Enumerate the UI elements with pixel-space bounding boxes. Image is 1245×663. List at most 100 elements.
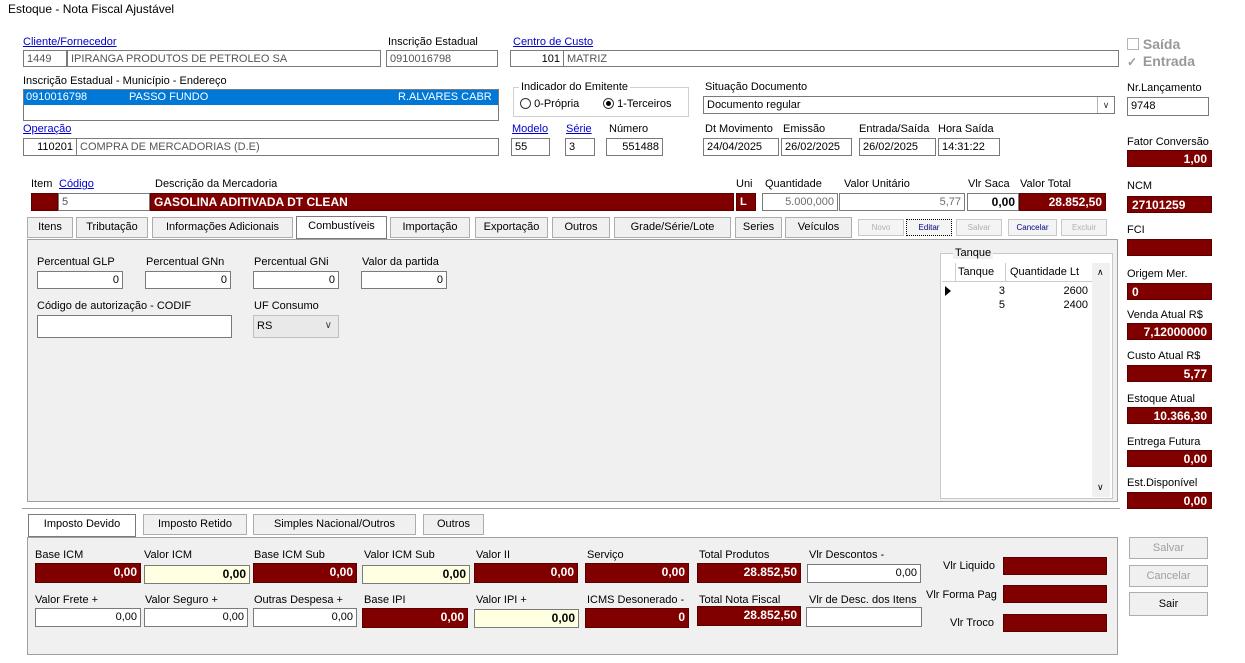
base-icm-field[interactable]: 0,00 bbox=[35, 563, 141, 583]
ie-municipio-endereco-list[interactable]: 0910016798 PASSO FUNDO R.ALVARES CABR bbox=[23, 89, 499, 121]
operacao-nome-field[interactable]: COMPRA DE MERCADORIAS (D.E) bbox=[76, 138, 499, 156]
hora-saida-field[interactable]: 14:31:22 bbox=[938, 138, 1000, 156]
saida-option[interactable]: Saída bbox=[1127, 36, 1180, 52]
inscricao-estadual-field[interactable]: 0910016798 bbox=[386, 50, 498, 67]
nr-lancamento-field[interactable]: 9748 bbox=[1127, 97, 1209, 116]
tanque-group-label: Tanque bbox=[953, 247, 994, 259]
tab-combustiveis[interactable]: Combustíveis bbox=[296, 216, 387, 239]
valor-ipi-field[interactable]: 0,00 bbox=[474, 609, 579, 628]
cliente-fornecedor-link[interactable]: Cliente/Fornecedor bbox=[23, 36, 117, 48]
entrada-saida-field[interactable]: 26/02/2025 bbox=[859, 138, 936, 156]
valor-frete-field[interactable]: 0,00 bbox=[35, 608, 141, 627]
vlr-descontos-field[interactable]: 0,00 bbox=[807, 564, 921, 583]
saida-checkbox-icon[interactable] bbox=[1127, 38, 1139, 50]
table-row[interactable]: 5 2400 bbox=[956, 298, 1092, 312]
opt-terceiros[interactable]: 1-Terceiros bbox=[603, 98, 671, 110]
tab-importacao[interactable]: Importação bbox=[390, 217, 470, 238]
salvar-button[interactable]: Salvar bbox=[1129, 537, 1208, 559]
centro-custo-nome-field[interactable]: MATRIZ bbox=[563, 50, 1119, 67]
salvar-item-button[interactable]: Salvar bbox=[956, 219, 1002, 236]
cancelar-item-button[interactable]: Cancelar bbox=[1008, 219, 1057, 236]
total-nota-fiscal-field[interactable]: 28.852,50 bbox=[697, 606, 801, 626]
vlr-saca-field[interactable]: 0,00 bbox=[967, 193, 1019, 211]
sair-button[interactable]: Sair bbox=[1129, 592, 1208, 616]
tab-imposto-retido[interactable]: Imposto Retido bbox=[143, 514, 247, 535]
serie-link[interactable]: Série bbox=[566, 123, 592, 135]
tab-outros-impostos[interactable]: Outros bbox=[423, 514, 484, 535]
vlr-troco-field[interactable] bbox=[1003, 614, 1107, 632]
percentual-gnn-field[interactable]: 0 bbox=[145, 271, 231, 289]
operacao-link[interactable]: Operação bbox=[23, 123, 71, 135]
vlr-liquido-field[interactable] bbox=[1003, 557, 1107, 575]
vlr-desc-itens-field[interactable] bbox=[806, 607, 922, 627]
col-tanque-header[interactable]: Tanque bbox=[958, 266, 994, 278]
tab-imposto-devido[interactable]: Imposto Devido bbox=[28, 514, 136, 537]
col-qtd-header[interactable]: Quantidade Lt bbox=[1010, 266, 1079, 278]
percentual-glp-field[interactable]: 0 bbox=[37, 271, 123, 289]
valor-total-field[interactable]: 28.852,50 bbox=[1019, 193, 1106, 211]
operacao-codigo-field[interactable]: 110201 bbox=[23, 138, 77, 156]
valor-icm-field[interactable]: 0,00 bbox=[144, 565, 250, 584]
list-item[interactable]: 0910016798 PASSO FUNDO R.ALVARES CABR bbox=[24, 90, 498, 105]
tab-exportacao[interactable]: Exportação bbox=[475, 217, 548, 238]
vlr-forma-pag-label: Vlr Forma Pag bbox=[926, 589, 997, 601]
cliente-codigo-field[interactable]: 1449 bbox=[23, 50, 67, 67]
tab-veiculos[interactable]: Veículos bbox=[785, 217, 852, 238]
radio-terceiros-icon[interactable] bbox=[603, 98, 614, 109]
dt-movimento-field[interactable]: 24/04/2025 bbox=[703, 138, 779, 156]
valor-icm-sub-field[interactable]: 0,00 bbox=[362, 565, 470, 584]
tab-itens[interactable]: Itens bbox=[27, 217, 73, 238]
uni-field[interactable]: L bbox=[736, 193, 756, 211]
centro-custo-codigo-field[interactable]: 101 bbox=[510, 50, 564, 67]
entrada-check-icon[interactable]: ✓ bbox=[1127, 55, 1139, 69]
editar-button[interactable]: Editar bbox=[906, 219, 952, 236]
outras-despesa-field[interactable]: 0,00 bbox=[253, 608, 357, 627]
scrollbar[interactable]: ∧ ∨ bbox=[1092, 263, 1110, 497]
valor-ii-field[interactable]: 0,00 bbox=[474, 563, 578, 583]
codigo-field[interactable]: 5 bbox=[58, 193, 150, 211]
cliente-nome-field[interactable]: IPIRANGA PRODUTOS DE PETROLEO SA bbox=[67, 50, 381, 67]
total-produtos-field[interactable]: 28.852,50 bbox=[697, 563, 801, 583]
icms-desonerado-field[interactable]: 0 bbox=[585, 608, 689, 628]
table-row[interactable]: 3 2600 bbox=[956, 284, 1092, 298]
tab-grade-serie-lote[interactable]: Grade/Série/Lote bbox=[614, 217, 731, 238]
emissao-field[interactable]: 26/02/2025 bbox=[781, 138, 852, 156]
opt-propria[interactable]: 0-Própria bbox=[520, 98, 579, 110]
codigo-link[interactable]: Código bbox=[59, 178, 94, 190]
tab-outros[interactable]: Outros bbox=[552, 217, 610, 238]
tab-informacoes-adicionais[interactable]: Informações Adicionais bbox=[152, 217, 293, 238]
modelo-link[interactable]: Modelo bbox=[512, 123, 548, 135]
servico-field[interactable]: 0,00 bbox=[585, 563, 689, 583]
vlr-forma-pag-field[interactable] bbox=[1003, 585, 1107, 603]
tab-series[interactable]: Series bbox=[735, 217, 782, 238]
excluir-button[interactable]: Excluir bbox=[1061, 219, 1107, 236]
modelo-field[interactable]: 55 bbox=[511, 138, 550, 156]
numero-field[interactable]: 551488 bbox=[606, 138, 663, 156]
quantidade-field[interactable]: 5.000,000 bbox=[762, 193, 838, 211]
entrada-option[interactable]: ✓ Entrada bbox=[1127, 53, 1195, 69]
novo-button[interactable]: Novo bbox=[858, 219, 904, 236]
serie-field[interactable]: 3 bbox=[565, 138, 595, 156]
base-icm-sub-field[interactable]: 0,00 bbox=[253, 563, 357, 583]
percentual-gni-field[interactable]: 0 bbox=[253, 271, 339, 289]
base-ipi-field[interactable]: 0,00 bbox=[362, 608, 468, 628]
tab-tributacao[interactable]: Tributação bbox=[76, 217, 148, 238]
radio-propria-icon[interactable] bbox=[520, 98, 531, 109]
chevron-down-icon[interactable]: ∨ bbox=[325, 318, 332, 334]
scroll-down-icon[interactable]: ∨ bbox=[1097, 482, 1104, 493]
uf-consumo-select[interactable]: RS ∨ bbox=[253, 315, 339, 338]
valor-unitario-field[interactable]: 5,77 bbox=[839, 193, 965, 211]
situacao-documento-select[interactable]: Documento regular ∨ bbox=[703, 96, 1115, 114]
valor-partida-field[interactable]: 0 bbox=[361, 271, 447, 289]
cancelar-button[interactable]: Cancelar bbox=[1129, 565, 1208, 587]
scroll-up-icon[interactable]: ∧ bbox=[1097, 267, 1104, 278]
est-disponivel-label: Est.Disponível bbox=[1127, 477, 1198, 489]
tanque-grid[interactable]: Tanque Quantidade Lt 3 2600 5 2400 ∧ ∨ bbox=[942, 263, 1111, 497]
descricao-mercadoria-field[interactable]: GASOLINA ADITIVADA DT CLEAN bbox=[150, 193, 734, 211]
chevron-down-icon[interactable]: ∨ bbox=[1097, 97, 1114, 113]
valor-seguro-field[interactable]: 0,00 bbox=[144, 608, 248, 627]
codif-field[interactable] bbox=[37, 315, 232, 338]
centro-custo-link[interactable]: Centro de Custo bbox=[513, 36, 593, 48]
tab-simples-nacional[interactable]: Simples Nacional/Outros bbox=[253, 514, 416, 535]
item-number-field[interactable] bbox=[31, 193, 58, 211]
